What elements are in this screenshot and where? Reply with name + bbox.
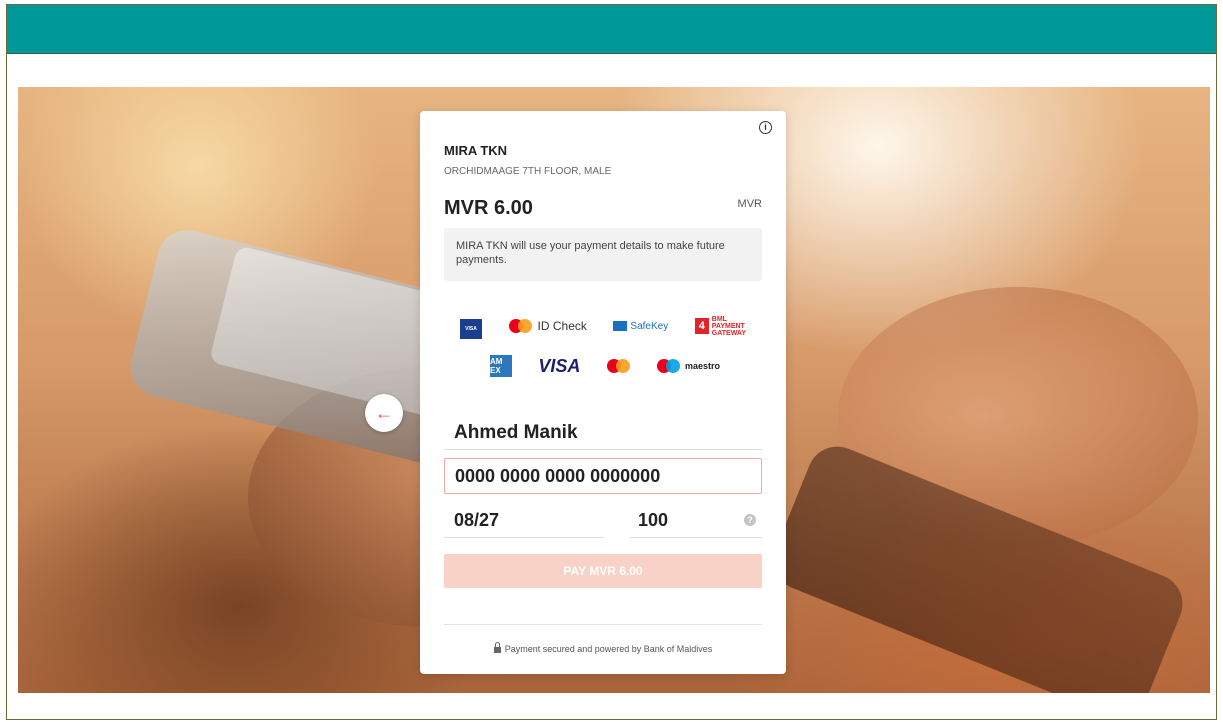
payment-amount: MVR 6.00 [444,197,533,219]
visa-secure-logo: VISA [460,313,482,339]
cvv-input[interactable] [630,504,762,538]
visa-logo: VISA [538,355,581,376]
browser-frame: ← i MIRA TKN ORCHIDMAAGE 7TH FLOOR, MALE… [6,4,1217,720]
recurring-notice: MIRA TKN will use your payment details t… [444,228,762,281]
merchant-address: ORCHIDMAAGE 7TH FLOOR, MALE [444,166,612,177]
amex-logo: AM EX [490,355,512,377]
safekey-label: SafeKey [630,320,669,332]
maestro-logo: maestro [656,359,720,373]
info-icon[interactable]: i [759,121,772,134]
maestro-label: maestro [684,361,720,371]
bml-payment-gateway-logo: 4 BML PAYMENT GATEWAY [694,315,746,337]
safekey-icon [613,321,628,331]
currency-label: MVR [737,198,762,210]
cvv-help-icon[interactable]: ? [744,514,756,526]
expiry-date-input[interactable] [444,504,604,538]
divider [444,624,762,625]
payment-card: i MIRA TKN ORCHIDMAAGE 7TH FLOOR, MALE M… [420,111,786,674]
back-button[interactable]: ← [365,394,403,432]
merchant-name: MIRA TKN [444,143,508,158]
footer: Payment secured and powered by Bank of M… [420,642,786,654]
amex-safekey-logo: SafeKey [613,321,668,332]
bml-payment-label: PAYMENT [711,322,745,330]
mastercard-icon [508,319,533,333]
pay-button[interactable]: PAY MVR 6.00 [444,554,762,588]
lock-icon [493,642,501,653]
mastercard-id-check-logo: ID Check [508,319,587,333]
arrow-left-icon: ← [375,403,393,423]
card-brands-row: AM EX VISA maestro [490,353,720,379]
bml-icon: 4 [694,318,709,334]
maestro-icon [656,359,681,373]
cardholder-name-input[interactable] [444,416,762,450]
card-number-input[interactable] [444,458,762,494]
footer-text: Payment secured and powered by Bank of M… [504,644,713,654]
security-logos-row: VISA ID Check SafeKey 4 BML PAYMENT GATE… [444,313,762,339]
mastercard-logo [606,359,631,373]
bml-label: BML [711,315,727,323]
bml-gateway-label: GATEWAY [711,329,746,337]
id-check-label: ID Check [537,319,587,333]
top-bar [7,5,1216,54]
